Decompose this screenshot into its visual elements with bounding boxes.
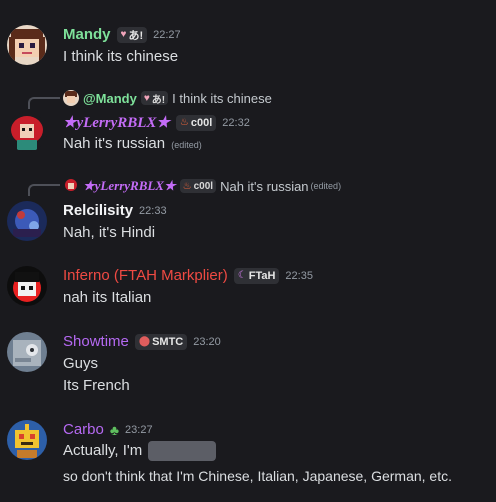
- reply-avatar: [63, 90, 79, 106]
- avatar[interactable]: [7, 266, 47, 306]
- reply-tag-label: あ!: [151, 94, 166, 106]
- reply-tag-label: c00l: [193, 180, 214, 192]
- clover-icon[interactable]: ♣: [110, 422, 119, 438]
- message-text: Nah, it's Hindi: [63, 224, 156, 241]
- message-text: so don't think that I'm Chinese, Italian…: [63, 468, 452, 484]
- inferno-avatar-image: [7, 266, 47, 306]
- reply-tag: ♨ c00l: [179, 179, 217, 193]
- user-tag[interactable]: ☾ FTaH: [233, 267, 280, 284]
- edited-label: (edited): [171, 140, 202, 150]
- reply-spine: [28, 97, 60, 109]
- reply-spine: [28, 184, 60, 196]
- reply-username[interactable]: @Mandy: [83, 91, 137, 106]
- username[interactable]: Inferno (FTAH Markplier): [63, 267, 228, 284]
- ylerry-avatar-image: [7, 112, 47, 152]
- mushroom-icon: ⬤: [138, 336, 151, 347]
- avatar[interactable]: [7, 112, 47, 152]
- reply-preview[interactable]: ★yLerryRBLX★ ♨ c00l Nah it's russian (edi…: [63, 178, 341, 194]
- mandy-avatar-image: [7, 25, 47, 65]
- fire-icon: ♨: [179, 117, 189, 128]
- timestamp: 22:27: [153, 28, 181, 41]
- showtime-avatar-image: [7, 332, 47, 372]
- carbo-avatar-image: [7, 420, 47, 460]
- user-tag[interactable]: ⬤ SMTC: [134, 333, 188, 350]
- message-text: nah its Italian: [63, 289, 152, 306]
- reply-tag: ♥ あ!: [140, 91, 169, 106]
- user-tag[interactable]: ♨ c00l: [175, 114, 217, 131]
- heart-icon: ♥: [120, 29, 127, 40]
- message-body: Nah it's russian (edited): [63, 135, 202, 152]
- username[interactable]: Showtime: [63, 333, 129, 350]
- message-text: Actually, I'm: [63, 441, 143, 459]
- message-text: I think its chinese: [63, 48, 179, 65]
- message-body: Actually, I'm: [63, 441, 217, 461]
- edited-label: (edited): [310, 181, 342, 191]
- reply-text: I think its chinese: [172, 90, 272, 106]
- crescent-icon: ☾: [237, 270, 247, 281]
- message-text: Nah it's russian: [63, 135, 166, 152]
- username[interactable]: Relcilisity: [63, 202, 133, 219]
- user-tag[interactable]: ♥ あ!: [116, 26, 148, 43]
- tag-label: あ!: [128, 29, 144, 42]
- avatar[interactable]: [7, 201, 47, 241]
- tag-label: c00l: [190, 116, 213, 129]
- fire-icon: ♨: [182, 180, 192, 192]
- reply-avatar: [63, 178, 79, 194]
- timestamp: 22:33: [139, 204, 167, 217]
- message-text: Guys: [63, 355, 99, 372]
- reply-text: Nah it's russian: [220, 178, 309, 194]
- spoiler-block[interactable]: [148, 441, 217, 461]
- username[interactable]: Carbo: [63, 421, 104, 438]
- timestamp: 23:20: [193, 335, 221, 348]
- tag-label: SMTC: [152, 335, 184, 348]
- avatar[interactable]: [7, 25, 47, 65]
- tag-label: FTaH: [248, 269, 276, 282]
- relcilisity-avatar-image: [7, 201, 47, 241]
- message-text: Its French: [63, 377, 130, 394]
- username[interactable]: ★yLerryRBLX★: [63, 113, 170, 132]
- timestamp: 22:35: [285, 269, 313, 282]
- reply-username[interactable]: ★yLerryRBLX★: [83, 178, 176, 194]
- avatar[interactable]: [7, 332, 47, 372]
- username[interactable]: Mandy: [63, 26, 111, 43]
- heart-icon: ♥: [143, 92, 150, 104]
- avatar[interactable]: [7, 420, 47, 460]
- chat-log: Mandy ♥ あ! 22:27 I think its chinese @Ma…: [0, 0, 496, 502]
- reply-preview[interactable]: @Mandy ♥ あ! I think its chinese: [63, 90, 272, 106]
- timestamp: 23:27: [125, 423, 153, 436]
- timestamp: 22:32: [222, 116, 250, 129]
